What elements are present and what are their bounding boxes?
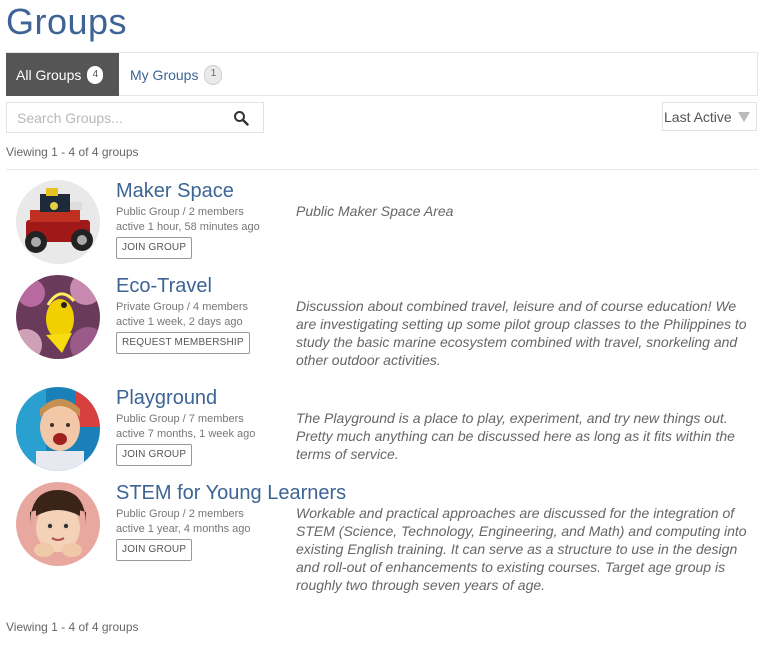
group-type-members: Public Group / 2 members [116,508,244,520]
fish-image [16,275,100,359]
tab-my-groups[interactable]: My Groups 1 [120,53,232,96]
sort-selected-label: Last Active [664,108,732,125]
group-tabs: All Groups 4 My Groups 1 [6,52,758,96]
chevron-down-icon [738,112,750,122]
search-box [6,102,264,133]
search-input[interactable] [7,103,247,132]
all-groups-count-badge: 4 [87,65,104,84]
group-last-active: active 1 week, 2 days ago [116,316,243,328]
group-name-link[interactable]: Eco-Travel [116,275,212,298]
request-membership-button[interactable]: REQUEST MEMBERSHIP [116,332,250,354]
group-avatar-eco-travel[interactable] [16,275,100,359]
child-photo-image [16,387,100,471]
my-groups-count-badge: 1 [204,64,223,85]
group-name-link[interactable]: STEM for Young Learners [116,482,346,505]
group-last-active: active 7 months, 1 week ago [116,428,256,440]
group-description: Discussion about combined travel, leisur… [296,298,747,368]
pagination-count-top: Viewing 1 - 4 of 4 groups [6,145,139,159]
group-last-active: active 1 year, 4 months ago [116,523,251,535]
divider [6,169,758,170]
group-avatar-maker-space[interactable] [16,180,100,264]
group-avatar-playground[interactable] [16,387,100,471]
tab-all-groups[interactable]: All Groups 4 [6,53,119,96]
girl-photo-image [16,482,100,566]
group-name-link[interactable]: Playground [116,387,217,410]
tab-all-groups-label: All Groups [16,66,82,83]
join-group-button[interactable]: JOIN GROUP [116,237,193,259]
group-description: Public Maker Space Area [296,203,454,219]
sort-select[interactable]: Last Active [662,102,757,131]
join-group-button[interactable]: JOIN GROUP [116,444,193,466]
group-avatar-stem[interactable] [16,482,100,566]
join-group-button[interactable]: JOIN GROUP [116,539,193,561]
group-type-members: Private Group / 4 members [116,301,249,313]
group-type-members: Public Group / 2 members [116,206,244,218]
group-last-active: active 1 hour, 58 minutes ago [116,221,260,233]
group-type-members: Public Group / 7 members [116,413,244,425]
groups-page: Groups All Groups 4 My Groups 1 Last Act… [0,0,762,645]
pagination-count-bottom: Viewing 1 - 4 of 4 groups [6,620,139,634]
search-icon[interactable] [233,110,249,126]
group-description: The Playground is a place to play, exper… [296,410,735,462]
group-name-link[interactable]: Maker Space [116,180,234,203]
group-description: Workable and practical approaches are di… [296,505,747,593]
page-title: Groups [6,1,128,42]
robot-image [16,180,100,264]
tab-my-groups-label: My Groups [130,66,199,83]
